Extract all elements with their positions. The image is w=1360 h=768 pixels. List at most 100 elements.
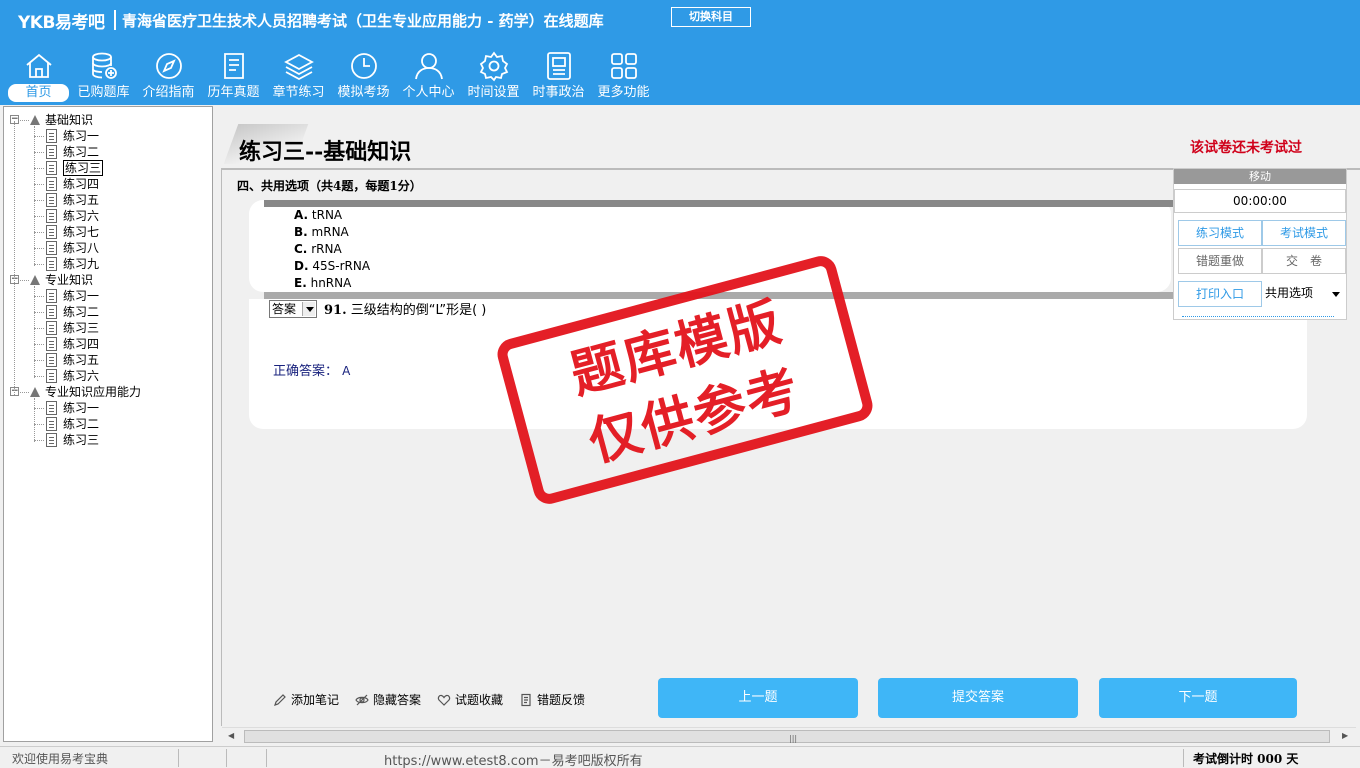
tree-item[interactable]: 练习一 — [63, 400, 99, 416]
nav-time-settings[interactable]: 时间设置 — [461, 46, 526, 104]
app-header: YKB易考吧 青海省医疗卫生技术人员招聘考试（卫生专业应用能力 - 药学）在线题… — [0, 0, 1360, 105]
tree-item[interactable]: 练习一 — [63, 288, 99, 304]
tree-item[interactable]: 练习九 — [63, 256, 99, 272]
control-panel-handle[interactable]: 移动 — [1174, 169, 1346, 184]
tree-item[interactable]: 练习七 — [63, 224, 99, 240]
tree-connector — [34, 264, 44, 265]
submit-answer-button[interactable]: 提交答案 — [878, 678, 1078, 718]
document-icon — [46, 369, 57, 383]
nav-home[interactable]: 首页 — [6, 46, 71, 104]
switch-subject-button[interactable]: 切换科目 — [671, 7, 751, 27]
exam-mode-button[interactable]: 考试模式 — [1262, 220, 1346, 246]
tree-item[interactable]: 练习四 — [63, 336, 99, 352]
tree-group-label[interactable]: 专业知识应用能力 — [45, 384, 141, 400]
nav-label: 介绍指南 — [142, 85, 195, 100]
tree-item[interactable]: 练习六 — [63, 208, 99, 224]
control-scrollbar[interactable] — [1182, 313, 1334, 317]
nav-guide[interactable]: 介绍指南 — [136, 46, 201, 104]
heart-icon — [437, 694, 451, 706]
eye-off-icon — [355, 694, 369, 705]
grid-icon — [610, 53, 637, 79]
chapter-tree: − 基础知识 练习一 练习二 练习三 练习四 练习五 练习六 练习七 练习八 练习九 − 专业知识 练习一… — [3, 106, 213, 742]
tree-item[interactable]: 练习六 — [63, 368, 99, 384]
nav-purchased[interactable]: 已购题库 — [71, 46, 136, 104]
nav-more[interactable]: 更多功能 — [591, 46, 656, 104]
nav-personal-center[interactable]: 个人中心 — [396, 46, 461, 104]
correct-answer-value: A — [342, 364, 351, 378]
tree-item-label: 练习二 — [63, 145, 100, 159]
tree-item[interactable]: 练习二 — [63, 304, 99, 320]
chevron-down-icon — [302, 302, 315, 316]
option-key: C. — [294, 242, 308, 256]
tree-item-label: 练习八 — [63, 241, 100, 255]
question-type-select[interactable]: 共用选项 — [1262, 281, 1346, 307]
question-number: 91. — [324, 303, 347, 318]
nav-chapter-practice[interactable]: 章节练习 — [266, 46, 331, 104]
tree-item[interactable]: 练习五 — [63, 192, 99, 208]
tree-item[interactable]: 练习三 — [63, 320, 99, 336]
option-key: E. — [294, 276, 307, 290]
tree-group-label[interactable]: 专业知识 — [45, 272, 93, 288]
scrollbar-thumb[interactable]: ||| — [244, 730, 1330, 743]
section-title: 练习三--基础知识 — [239, 139, 412, 165]
folder-icon — [30, 115, 40, 125]
tree-item[interactable]: 练习四 — [63, 176, 99, 192]
tree-item-label: 练习一 — [63, 289, 100, 303]
exam-status: 该试卷还未考试过 — [1190, 140, 1302, 156]
scroll-right-icon[interactable]: ▶ — [1342, 731, 1348, 740]
tree-group-label[interactable]: 基础知识 — [45, 112, 93, 128]
tree-item[interactable]: 练习八 — [63, 240, 99, 256]
print-button[interactable]: 打印入口 — [1178, 281, 1262, 307]
document-icon — [46, 225, 57, 239]
status-separator — [266, 749, 267, 767]
tree-item[interactable]: 练习三 — [63, 160, 104, 176]
tree-connector — [34, 136, 44, 137]
tree-item-label: 练习三 — [63, 160, 104, 176]
option-text: rRNA — [311, 242, 342, 256]
welcome-text: 欢迎使用易考宝典 — [12, 752, 109, 766]
tree-connector — [34, 360, 44, 361]
tree-item-label: 练习六 — [63, 369, 100, 383]
nav-current-affairs[interactable]: 时事政治 — [526, 46, 591, 104]
tool-label: 试题收藏 — [455, 693, 504, 707]
tree-connector — [34, 344, 44, 345]
home-icon — [25, 53, 52, 78]
redo-wrong-button[interactable]: 错题重做 — [1178, 248, 1262, 274]
nav-label: 历年真题 — [207, 85, 260, 100]
horizontal-scrollbar[interactable]: ◀ ||| ▶ — [222, 727, 1356, 744]
document-icon — [46, 241, 57, 255]
options-card — [249, 200, 1171, 292]
submit-paper-button[interactable]: 交 卷 — [1262, 248, 1346, 274]
tree-item[interactable]: 练习三 — [63, 432, 99, 448]
tree-item[interactable]: 练习一 — [63, 128, 99, 144]
tree-connector — [34, 152, 44, 153]
user-icon — [414, 53, 443, 80]
document-icon — [46, 353, 57, 367]
answer-select[interactable]: 答案 — [269, 300, 317, 318]
document-icon — [46, 305, 57, 319]
tree-item-label: 练习二 — [63, 305, 100, 319]
nav-past-exams[interactable]: 历年真题 — [201, 46, 266, 104]
tree-item[interactable]: 练习五 — [63, 352, 99, 368]
nav-mock-exam[interactable]: 模拟考场 — [331, 46, 396, 104]
scroll-left-icon[interactable]: ◀ — [228, 731, 234, 740]
tree-connector — [34, 424, 44, 425]
nav-label: 首页 — [8, 84, 69, 102]
hide-answer-button[interactable]: 隐藏答案 — [355, 691, 421, 708]
timer: 00:00:00 — [1174, 189, 1346, 213]
tree-connector — [34, 328, 44, 329]
clock-icon — [350, 53, 377, 79]
report-error-button[interactable]: 错题反馈 — [519, 691, 585, 708]
option-e: E. hnRNA — [294, 276, 351, 290]
favorite-question-button[interactable]: 试题收藏 — [437, 691, 503, 708]
tree-item[interactable]: 练习二 — [63, 416, 99, 432]
document-icon — [46, 417, 57, 431]
nav-label: 更多功能 — [597, 85, 650, 100]
status-separator — [178, 749, 179, 767]
option-key: B. — [294, 225, 308, 239]
tree-item[interactable]: 练习二 — [63, 144, 99, 160]
prev-question-button[interactable]: 上一题 — [658, 678, 858, 718]
add-note-button[interactable]: 添加笔记 — [273, 691, 339, 708]
practice-mode-button[interactable]: 练习模式 — [1178, 220, 1262, 246]
next-question-button[interactable]: 下一题 — [1099, 678, 1297, 718]
